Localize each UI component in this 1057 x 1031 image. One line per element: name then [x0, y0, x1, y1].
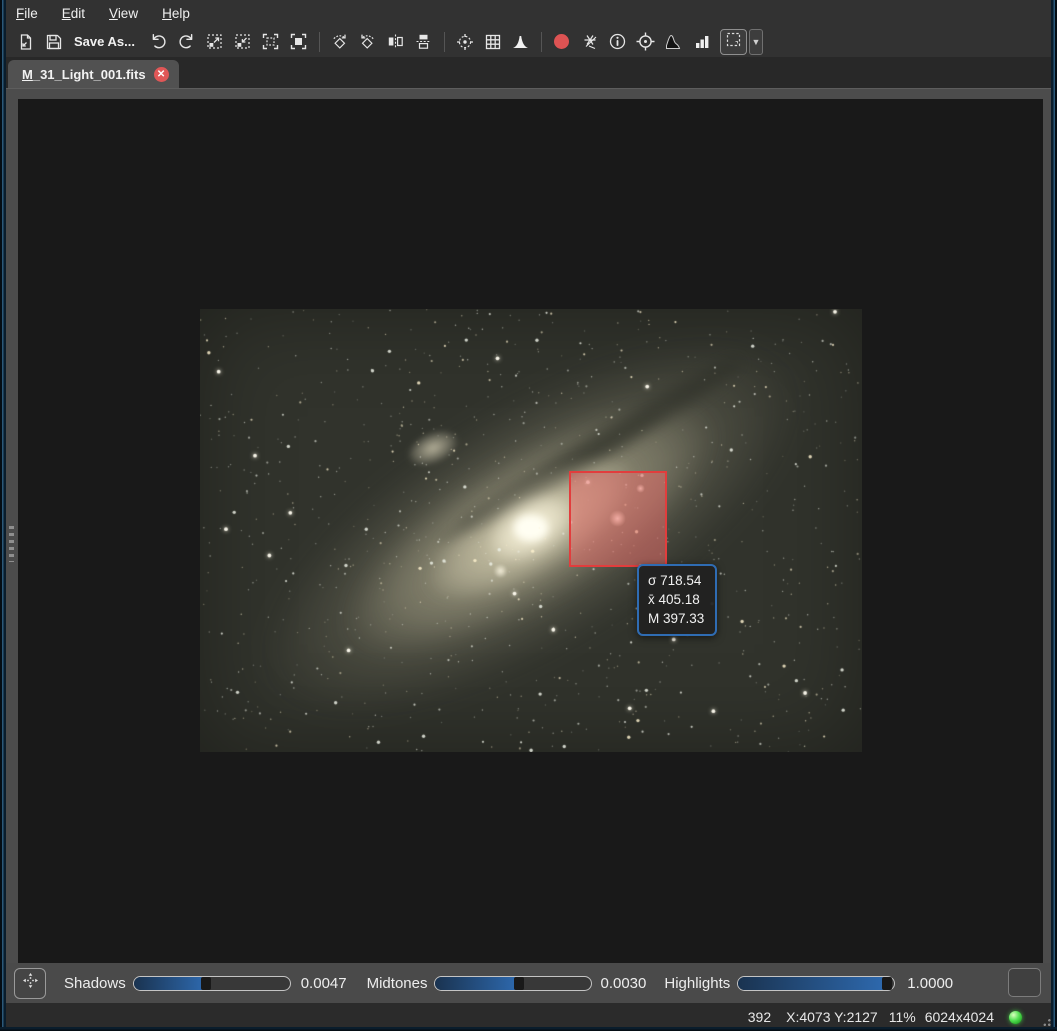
- statistics-bars-icon: [693, 33, 711, 50]
- rotate-left-icon: [358, 32, 377, 51]
- highlights-slider[interactable]: [737, 976, 895, 991]
- shadows-label: Shadows: [64, 975, 126, 992]
- crop-dashed-button[interactable]: [257, 29, 285, 55]
- toolbar: Save As...: [0, 26, 1057, 57]
- information-icon: [608, 32, 627, 51]
- astro-image-m31[interactable]: σ 718.54 x̄ 405.18 M 397.33: [200, 309, 862, 752]
- save-as-button[interactable]: Save As...: [74, 34, 135, 49]
- window-frame-left: [0, 0, 6, 1031]
- save-button[interactable]: [40, 29, 68, 55]
- menu-file[interactable]: File: [16, 6, 38, 21]
- selection-tool-button[interactable]: [720, 29, 747, 55]
- mirror-horizontal-button[interactable]: [382, 29, 410, 55]
- starfield-canvas: [200, 309, 862, 752]
- tab-m31-light-001[interactable]: M_31_Light_001.fits ✕: [8, 60, 179, 88]
- toolbar-separator: [444, 32, 445, 52]
- grow-selection-icon: [205, 32, 224, 51]
- undo-button[interactable]: [145, 29, 173, 55]
- stat-sigma: σ 718.54: [648, 571, 704, 590]
- image-canvas[interactable]: σ 718.54 x̄ 405.18 M 397.33: [18, 99, 1043, 963]
- redo-button[interactable]: [173, 29, 201, 55]
- crop-dashed-icon: [261, 32, 280, 51]
- highlights-slider-handle[interactable]: [882, 977, 892, 990]
- selection-tool-dropdown-button[interactable]: ▼: [749, 29, 763, 55]
- mirror-vertical-icon: [414, 32, 433, 51]
- rotate-right-button[interactable]: [326, 29, 354, 55]
- crop-solid-button[interactable]: [285, 29, 313, 55]
- pan-move-icon: [21, 971, 40, 995]
- mirror-horizontal-icon: [386, 32, 405, 51]
- pan-mode-button[interactable]: [14, 968, 46, 999]
- target-crosshair-icon: [635, 31, 656, 52]
- tab-close-icon[interactable]: ✕: [154, 67, 169, 82]
- selection-rectangle[interactable]: [569, 471, 667, 567]
- viewer-area: σ 718.54 x̄ 405.18 M 397.33: [0, 88, 1057, 963]
- centroid-icon: [455, 32, 475, 52]
- histogram-peak-button[interactable]: [507, 29, 535, 55]
- save-icon: [45, 33, 63, 51]
- selection-tool-icon: [725, 31, 742, 53]
- toolbar-separator: [541, 32, 542, 52]
- open-file-button[interactable]: [12, 29, 40, 55]
- midtones-label: Midtones: [367, 975, 428, 992]
- rotate-left-button[interactable]: [354, 29, 382, 55]
- status-led-icon: [1009, 1011, 1022, 1024]
- shadows-value: 0.0047: [301, 975, 347, 992]
- grid-overlay-button[interactable]: [479, 29, 507, 55]
- menu-bar: File Edit View Help: [0, 0, 1057, 26]
- display-mode-button[interactable]: [1008, 968, 1041, 997]
- target-crosshair-button[interactable]: [632, 29, 660, 55]
- star-deselect-button[interactable]: [576, 29, 604, 55]
- stat-median: M 397.33: [648, 609, 704, 628]
- star-deselect-icon: [580, 32, 600, 52]
- shadows-slider-handle[interactable]: [201, 977, 211, 990]
- menu-edit[interactable]: Edit: [62, 6, 85, 21]
- histogram-peak-icon: [511, 33, 530, 50]
- histogram-curve-button[interactable]: [660, 29, 688, 55]
- selection-stats-tooltip: σ 718.54 x̄ 405.18 M 397.33: [637, 564, 717, 636]
- status-image-size: 6024x4024: [925, 1009, 994, 1025]
- grid-icon: [484, 33, 502, 51]
- stat-mean: x̄ 405.18: [648, 590, 704, 609]
- information-button[interactable]: [604, 29, 632, 55]
- midtones-slider-handle[interactable]: [514, 977, 524, 990]
- midtones-slider[interactable]: [434, 976, 592, 991]
- undo-icon: [149, 32, 168, 51]
- shrink-selection-button[interactable]: [229, 29, 257, 55]
- stretch-slider-bar: Shadows 0.0047 Midtones 0.0030 Highlight…: [0, 963, 1057, 1003]
- mirror-vertical-button[interactable]: [410, 29, 438, 55]
- shadows-slider[interactable]: [133, 976, 291, 991]
- photometry-red-dot-icon: [554, 34, 569, 49]
- open-file-icon: [17, 33, 35, 51]
- crop-solid-icon: [289, 32, 308, 51]
- tab-label: M_31_Light_001.fits: [22, 67, 146, 82]
- chevron-down-icon: ▼: [751, 37, 760, 47]
- toolbar-separator: [319, 32, 320, 52]
- grow-selection-button[interactable]: [201, 29, 229, 55]
- statistics-bars-button[interactable]: [688, 29, 716, 55]
- midtones-value: 0.0030: [600, 975, 646, 992]
- tab-bar: M_31_Light_001.fits ✕: [0, 57, 1057, 88]
- histogram-curve-icon: [664, 32, 684, 51]
- redo-icon: [177, 32, 196, 51]
- app-window: File Edit View Help Save As...: [0, 0, 1057, 1031]
- shrink-selection-icon: [233, 32, 252, 51]
- window-frame-bottom: [0, 1027, 1057, 1031]
- centroid-button[interactable]: [451, 29, 479, 55]
- photometry-button[interactable]: [548, 29, 576, 55]
- status-zoom-level: 11%: [889, 1009, 916, 1025]
- menu-view[interactable]: View: [109, 6, 138, 21]
- pane-splitter-grip[interactable]: [9, 526, 14, 562]
- status-value: 392: [748, 1009, 771, 1025]
- highlights-value: 1.0000: [907, 975, 953, 992]
- rotate-right-icon: [330, 32, 349, 51]
- menu-help[interactable]: Help: [162, 6, 190, 21]
- status-cursor-coordinates: X:4073 Y:2127: [786, 1009, 878, 1025]
- window-frame-right: [1051, 0, 1057, 1031]
- highlights-label: Highlights: [664, 975, 730, 992]
